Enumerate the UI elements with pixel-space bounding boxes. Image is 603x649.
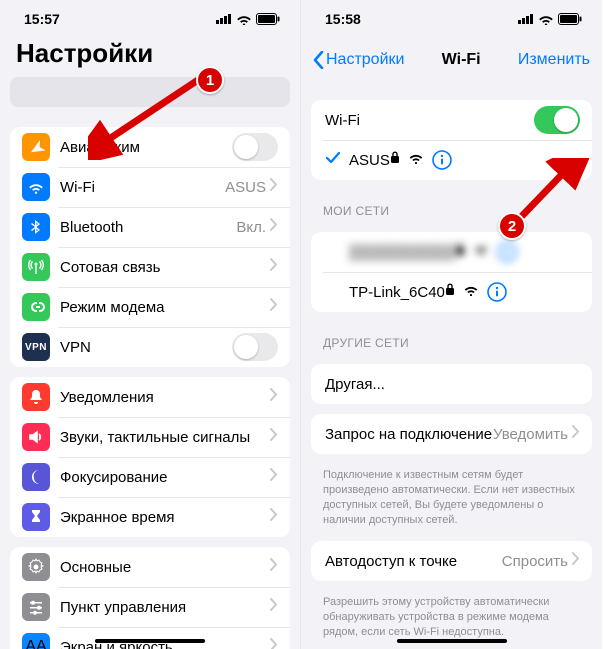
chevron-right-icon xyxy=(270,258,278,276)
lock-icon xyxy=(455,243,465,261)
status-time: 15:57 xyxy=(24,11,60,27)
auto-hotspot-value: Спросить xyxy=(502,553,568,570)
nav-title: Wi-Fi xyxy=(404,51,517,69)
gear-icon xyxy=(22,553,50,581)
network-row[interactable]: ██████████ xyxy=(311,232,592,272)
chevron-right-icon xyxy=(270,468,278,486)
settings-row-фокусирование[interactable]: Фокусирование xyxy=(10,457,290,497)
ask-to-join-row[interactable]: Запрос на подключение Уведомить xyxy=(311,414,592,454)
info-button[interactable] xyxy=(487,282,507,302)
settings-row-vpn: VPN VPN xyxy=(10,327,290,367)
settings-row-экранное-время[interactable]: Экранное время xyxy=(10,497,290,537)
wifi-toggle[interactable] xyxy=(534,106,580,134)
toggle[interactable] xyxy=(232,333,278,361)
wifi-signal-icon xyxy=(473,243,489,261)
edit-button[interactable]: Изменить xyxy=(518,51,590,69)
other-networks-header: ДРУГИЕ СЕТИ xyxy=(301,322,602,354)
ask-to-join-label: Запрос на подключение xyxy=(325,426,493,443)
chevron-right-icon xyxy=(270,638,278,649)
chevron-right-icon xyxy=(270,558,278,576)
row-label: Сотовая связь xyxy=(60,259,270,276)
settings-row-сотовая-связь[interactable]: Сотовая связь xyxy=(10,247,290,287)
ask-to-join-value: Уведомить xyxy=(493,426,568,443)
status-bar: 15:58 xyxy=(301,0,602,38)
wifi-master-label: Wi-Fi xyxy=(325,112,534,129)
annotation-badge-1: 1 xyxy=(196,66,224,94)
link-icon xyxy=(22,293,50,321)
auto-hotspot-footer: Разрешить этому устройству автоматически… xyxy=(301,591,602,644)
annotation-badge-2: 2 xyxy=(498,212,526,240)
hourglass-icon xyxy=(22,503,50,531)
moon-icon xyxy=(22,463,50,491)
chevron-right-icon xyxy=(572,552,580,570)
settings-row-пункт-управления[interactable]: Пункт управления xyxy=(10,587,290,627)
chevron-right-icon xyxy=(572,425,580,443)
row-label: Фокусирование xyxy=(60,469,270,486)
chevron-right-icon xyxy=(270,428,278,446)
row-value: ASUS xyxy=(225,179,266,196)
vpn-text-icon: VPN xyxy=(22,333,50,361)
connected-network-name: ASUS xyxy=(349,152,390,169)
text-size-icon: AA xyxy=(22,633,50,649)
toggle[interactable] xyxy=(232,133,278,161)
row-label: Уведомления xyxy=(60,389,270,406)
auto-hotspot-row[interactable]: Автодоступ к точке Спросить xyxy=(311,541,592,581)
network-name: TP-Link_6C40 xyxy=(349,284,445,301)
settings-row-bluetooth[interactable]: BluetoothВкл. xyxy=(10,207,290,247)
settings-row-экран-и-яркость[interactable]: AAЭкран и яркость xyxy=(10,627,290,649)
settings-row-wi-fi[interactable]: Wi-FiASUS xyxy=(10,167,290,207)
chevron-right-icon xyxy=(270,388,278,406)
other-network-row[interactable]: Другая... xyxy=(311,364,592,404)
row-label: Bluetooth xyxy=(60,219,236,236)
status-bar: 15:57 xyxy=(0,0,300,38)
chevron-right-icon xyxy=(270,218,278,236)
wifi-icon xyxy=(22,173,50,201)
lock-icon xyxy=(390,151,400,169)
wifi-signal-icon xyxy=(408,151,424,169)
status-indicators xyxy=(216,13,280,25)
settings-row-звуки-тактильные-сигналы[interactable]: Звуки, тактильные сигналы xyxy=(10,417,290,457)
row-label: Пункт управления xyxy=(60,599,270,616)
row-value: Вкл. xyxy=(236,219,266,236)
settings-row-основные[interactable]: Основные xyxy=(10,547,290,587)
row-label: Основные xyxy=(60,559,270,576)
chevron-right-icon xyxy=(270,508,278,526)
other-network-label: Другая... xyxy=(325,376,580,393)
chevron-right-icon xyxy=(270,178,278,196)
bluetooth-icon xyxy=(22,213,50,241)
info-button[interactable] xyxy=(497,242,517,262)
check-icon xyxy=(325,151,341,169)
row-label: VPN xyxy=(60,339,232,356)
annotation-arrow-1 xyxy=(88,70,208,160)
sliders-icon xyxy=(22,593,50,621)
status-indicators xyxy=(518,13,582,25)
speaker-icon xyxy=(22,423,50,451)
row-label: Звуки, тактильные сигналы xyxy=(60,429,270,446)
settings-row-режим-модема[interactable]: Режим модема xyxy=(10,287,290,327)
antenna-icon xyxy=(22,253,50,281)
chevron-right-icon xyxy=(270,598,278,616)
back-button[interactable]: Настройки xyxy=(313,51,404,69)
row-label: Экранное время xyxy=(60,509,270,526)
info-button[interactable] xyxy=(432,150,452,170)
bell-icon xyxy=(22,383,50,411)
network-name: ██████████ xyxy=(349,244,455,261)
airplane-icon xyxy=(22,133,50,161)
row-label: Режим модема xyxy=(60,299,270,316)
home-indicator[interactable] xyxy=(397,639,507,643)
home-indicator[interactable] xyxy=(95,639,205,643)
row-label: Wi-Fi xyxy=(60,179,225,196)
chevron-right-icon xyxy=(270,298,278,316)
nav-bar: Настройки Wi-Fi Изменить xyxy=(301,38,602,82)
wifi-master-toggle-row: Wi-Fi xyxy=(311,100,592,140)
status-time: 15:58 xyxy=(325,11,361,27)
ask-to-join-footer: Подключение к известным сетям будет прои… xyxy=(301,464,602,531)
screenshot-wifi: 15:58 Настройки Wi-Fi Изменить Wi-Fi xyxy=(301,0,602,649)
lock-icon xyxy=(445,283,455,301)
settings-row-уведомления[interactable]: Уведомления xyxy=(10,377,290,417)
wifi-signal-icon xyxy=(463,283,479,301)
network-row[interactable]: TP-Link_6C40 xyxy=(311,272,592,312)
auto-hotspot-label: Автодоступ к точке xyxy=(325,553,502,570)
